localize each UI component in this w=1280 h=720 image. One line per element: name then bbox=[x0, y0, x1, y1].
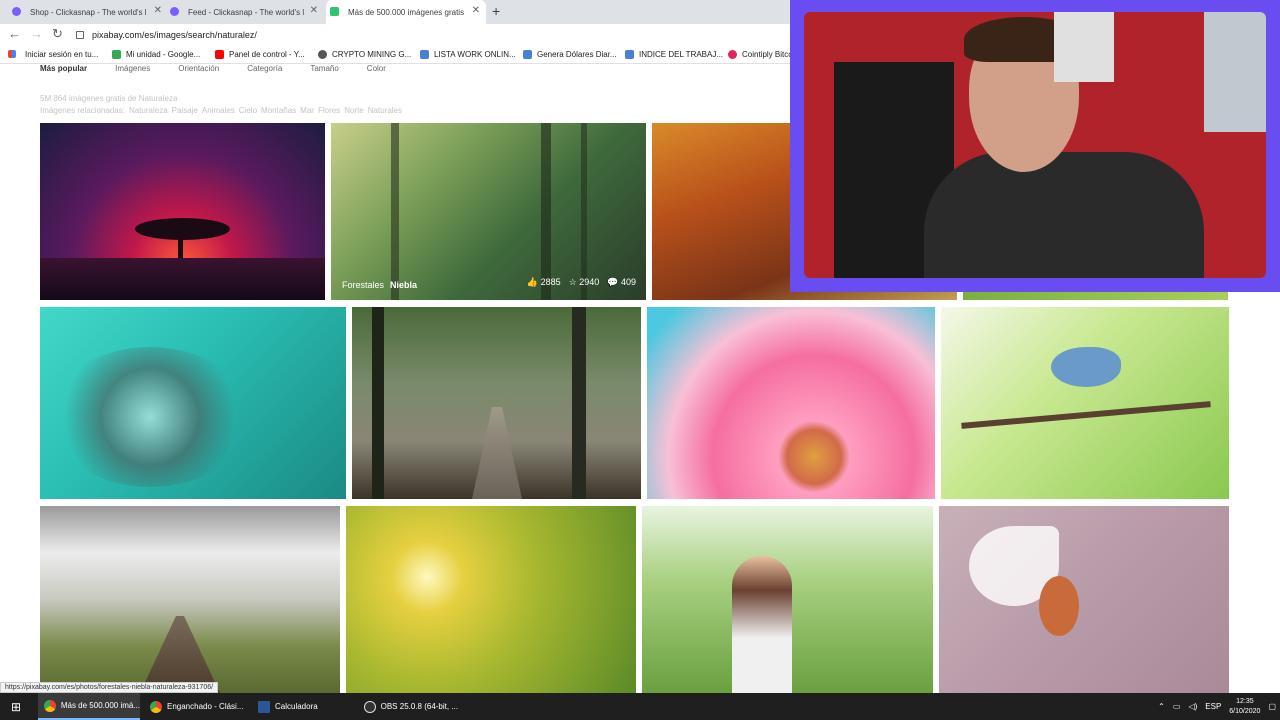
system-tray: ⌃ ▭ ◁) ESP 12:35 6/10/2020 ▢ bbox=[1158, 693, 1276, 720]
chrome-icon bbox=[150, 700, 162, 713]
thumbs-up-icon: 👍 bbox=[526, 277, 539, 287]
youtube-icon bbox=[215, 50, 224, 59]
filter-images[interactable]: Imágenes bbox=[115, 64, 150, 74]
pixabay-favicon bbox=[330, 7, 339, 16]
taskbar: ⊞ Más de 500.000 imá... Enganchado - Clá… bbox=[0, 693, 1280, 720]
photo-forest-fog[interactable]: Forestales Niebla 👍 2885 ☆ 2940 💬 409 bbox=[331, 123, 646, 300]
volume-icon[interactable]: ◁) bbox=[1188, 702, 1197, 711]
bookmark-item[interactable]: LISTA WORK ONLIN... bbox=[420, 50, 516, 59]
windows-icon: ⊞ bbox=[10, 699, 22, 714]
comment-button[interactable]: 💬 409 bbox=[607, 277, 636, 288]
tag-link[interactable]: Niebla bbox=[390, 280, 417, 290]
related-tag[interactable]: Norte bbox=[344, 106, 364, 115]
taskbar-chrome-enganchado[interactable]: Enganchado - Clási... bbox=[144, 693, 246, 720]
url-text: pixabay.com/es/images/search/naturalez/ bbox=[92, 30, 257, 40]
related-tags: Imágenes relacionadas: Naturaleza Paisaj… bbox=[40, 106, 402, 115]
bookmark-item[interactable]: Cointiply Bitco bbox=[728, 50, 793, 59]
result-count: 5M 864 imágenes gratis de Naturaleza bbox=[40, 94, 178, 103]
tab-title: Feed - Clickasnap - The world's l bbox=[188, 7, 305, 17]
close-icon[interactable]: ✕ bbox=[154, 5, 162, 16]
cointiply-icon bbox=[728, 50, 737, 59]
photo-pink-flower[interactable] bbox=[647, 307, 935, 499]
photo-tags: Forestales Niebla bbox=[342, 280, 417, 290]
related-tag[interactable]: Paisaje bbox=[172, 106, 198, 115]
tab-shop-clickasnap[interactable]: Shop - Clickasnap - The world's l ✕ bbox=[8, 0, 168, 24]
bookmark-item[interactable]: CRYPTO MINING G... bbox=[318, 50, 411, 59]
photo-forest-road[interactable] bbox=[352, 307, 641, 499]
tag-link[interactable]: Forestales bbox=[342, 280, 384, 290]
photo-dandelion-drops[interactable] bbox=[40, 307, 346, 499]
photo-wheat-sun[interactable] bbox=[346, 506, 636, 693]
language-indicator[interactable]: ESP bbox=[1205, 702, 1221, 711]
tab-feed-clickasnap[interactable]: Feed - Clickasnap - The world's l ✕ bbox=[166, 0, 324, 24]
filter-bar: Más popular Imágenes Orientación Categor… bbox=[40, 64, 386, 74]
filter-category[interactable]: Categoría bbox=[247, 64, 282, 74]
google-drive-icon bbox=[112, 50, 121, 59]
calculator-icon bbox=[258, 700, 270, 713]
network-icon[interactable]: ▭ bbox=[1173, 702, 1181, 711]
tab-pixabay[interactable]: Más de 500.000 imágenes gratis ✕ bbox=[326, 0, 486, 24]
photo-girl-meadow[interactable] bbox=[642, 506, 933, 693]
reload-icon[interactable]: ↻ bbox=[52, 26, 63, 42]
taskbar-chrome-pixabay[interactable]: Más de 500.000 imá... bbox=[38, 693, 140, 720]
lock-icon bbox=[76, 31, 84, 39]
doc-icon bbox=[625, 50, 634, 59]
photo-sunset-tree[interactable] bbox=[40, 123, 325, 300]
close-icon[interactable]: ✕ bbox=[472, 5, 480, 16]
apps-icon[interactable] bbox=[8, 50, 21, 58]
filter-popular[interactable]: Más popular bbox=[40, 64, 87, 74]
doc-icon bbox=[420, 50, 429, 59]
related-tag[interactable]: Naturaleza bbox=[129, 106, 168, 115]
filter-orientation[interactable]: Orientación bbox=[178, 64, 219, 74]
tab-title: Más de 500.000 imágenes gratis bbox=[348, 7, 465, 17]
crypto-icon bbox=[318, 50, 327, 59]
favorite-button[interactable]: ☆ 2940 bbox=[569, 277, 600, 288]
photo-bird-blossom[interactable] bbox=[941, 307, 1229, 499]
status-bar-url: https://pixabay.com/es/photos/forestales… bbox=[0, 682, 219, 693]
back-icon[interactable]: ← bbox=[8, 26, 21, 41]
doc-icon bbox=[523, 50, 532, 59]
like-button[interactable]: 👍 2885 bbox=[527, 277, 561, 288]
bookmark-item[interactable]: Genera Dólares Diar... bbox=[523, 50, 617, 59]
bookmark-item[interactable]: Iniciar sesión en tu... bbox=[25, 50, 98, 59]
forward-icon[interactable]: → bbox=[30, 26, 43, 41]
star-icon: ☆ bbox=[568, 277, 577, 287]
related-tag[interactable]: Naturales bbox=[368, 106, 402, 115]
bookmark-item[interactable]: Mi unidad - Google... bbox=[112, 50, 200, 59]
webcam-feed bbox=[804, 12, 1266, 278]
related-tag[interactable]: Montañas bbox=[261, 106, 296, 115]
close-icon[interactable]: ✕ bbox=[310, 5, 318, 16]
filter-size[interactable]: Tamaño bbox=[310, 64, 338, 74]
photo-bird-flight[interactable] bbox=[939, 506, 1229, 693]
chevron-up-icon[interactable]: ⌃ bbox=[1158, 702, 1165, 711]
clickasnap-favicon bbox=[12, 7, 21, 16]
photo-railway[interactable] bbox=[40, 506, 340, 693]
photo-stats: 👍 2885 ☆ 2940 💬 409 bbox=[527, 277, 636, 288]
related-tag[interactable]: Cielo bbox=[239, 106, 257, 115]
comment-icon: 💬 bbox=[607, 277, 619, 287]
new-tab-button[interactable]: + bbox=[492, 3, 500, 19]
tab-title: Shop - Clickasnap - The world's l bbox=[30, 7, 147, 17]
related-tag[interactable]: Animales bbox=[202, 106, 235, 115]
start-button[interactable]: ⊞ bbox=[0, 693, 32, 720]
clickasnap-favicon bbox=[170, 7, 179, 16]
related-tag[interactable]: Mar bbox=[300, 106, 314, 115]
filter-color[interactable]: Color bbox=[367, 64, 386, 74]
bookmark-item[interactable]: INDICE DEL TRABAJ... bbox=[625, 50, 723, 59]
taskbar-obs[interactable]: OBS 25.0.8 (64-bit, ... bbox=[358, 693, 458, 720]
clock[interactable]: 12:35 6/10/2020 bbox=[1229, 697, 1260, 717]
taskbar-calculator[interactable]: Calculadora bbox=[252, 693, 352, 720]
obs-icon bbox=[364, 700, 376, 713]
notifications-icon[interactable]: ▢ bbox=[1268, 702, 1276, 711]
bookmark-item[interactable]: Panel de control - Y... bbox=[215, 50, 305, 59]
address-bar[interactable]: pixabay.com/es/images/search/naturalez/ bbox=[76, 26, 257, 44]
webcam-overlay bbox=[790, 0, 1280, 292]
chrome-icon bbox=[44, 699, 56, 712]
related-tag[interactable]: Flores bbox=[318, 106, 340, 115]
